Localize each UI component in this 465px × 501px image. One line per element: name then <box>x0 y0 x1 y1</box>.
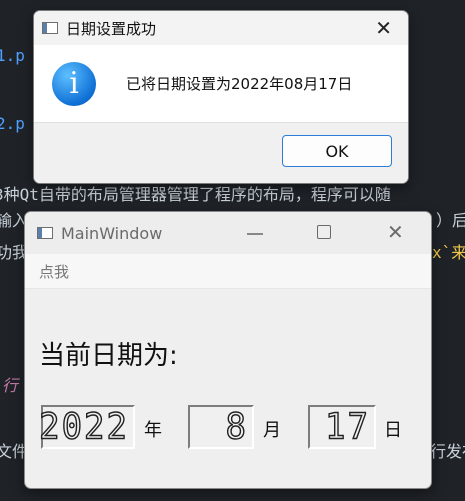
day-unit-label: 日 <box>384 420 402 441</box>
window-app-icon <box>42 22 58 34</box>
bg-link-2: 2.p <box>0 114 25 133</box>
bg-text-line: 3种Qt自带的布局管理器管理了程序的布局，程序可以随 <box>0 185 391 204</box>
bg-heading-frag: 行 <box>2 376 19 395</box>
dialog-title-bar[interactable]: 日期设置成功 ✕ <box>34 11 408 45</box>
main-window-title-bar[interactable]: MainWindow ✕ <box>25 212 431 254</box>
bg-code-frag: x`来 <box>432 243 465 262</box>
bg-link-1: 1.p <box>0 46 25 65</box>
year-value: 2022 <box>38 406 129 448</box>
dialog-body: i 已将日期设置为2022年08月17日 <box>34 45 408 122</box>
ok-button[interactable]: OK <box>282 135 392 167</box>
dialog-title: 日期设置成功 <box>66 19 157 38</box>
bg-text-frag: 行发布 <box>430 442 465 461</box>
year-unit-label: 年 <box>144 420 162 441</box>
minimize-icon[interactable] <box>247 233 263 235</box>
main-window-title: MainWindow <box>61 223 163 243</box>
bg-text-frag: ）后 <box>436 211 465 230</box>
close-icon[interactable]: ✕ <box>375 16 392 40</box>
month-unit-label: 月 <box>263 420 281 441</box>
main-window: MainWindow ✕ 点我 当前日期为: 2022 年 8 月 17 日 <box>24 211 432 489</box>
maximize-icon[interactable] <box>317 225 331 239</box>
message-dialog: 日期设置成功 ✕ i 已将日期设置为2022年08月17日 OK <box>33 10 409 184</box>
menu-item-click-me[interactable]: 点我 <box>39 261 69 282</box>
window-app-icon <box>37 227 53 239</box>
day-value: 17 <box>324 406 370 448</box>
current-date-label: 当前日期为: <box>39 341 178 371</box>
dialog-footer: OK <box>34 122 408 183</box>
info-icon: i <box>52 61 96 106</box>
day-lcd-display: 17 <box>308 405 376 449</box>
year-lcd-display: 2022 <box>38 405 135 449</box>
close-icon[interactable]: ✕ <box>387 220 404 244</box>
dialog-message: 已将日期设置为2022年08月17日 <box>126 75 353 93</box>
menu-bar: 点我 <box>25 254 431 289</box>
month-value: 8 <box>225 406 248 448</box>
month-lcd-display: 8 <box>188 405 254 449</box>
